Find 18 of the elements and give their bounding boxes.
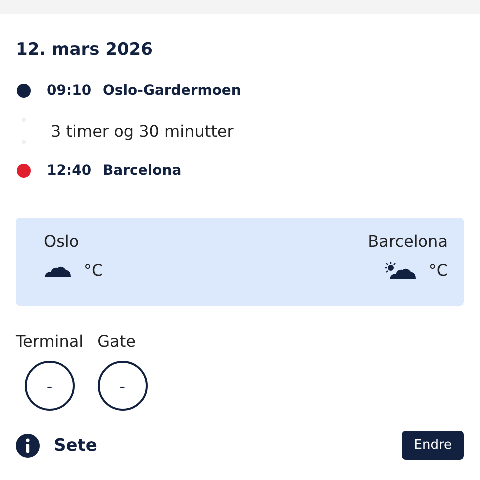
gate-value: - <box>98 361 148 411</box>
flight-time: 09:10 <box>47 83 93 99</box>
flight-time: 12:40 <box>47 163 93 179</box>
gate-value: - <box>24 361 75 411</box>
change-button[interactable]: Endre <box>402 431 464 460</box>
city-name: Oslo <box>44 232 80 251</box>
sun-cloud-icon <box>382 262 417 280</box>
temperature-unit: °C <box>84 261 104 280</box>
seat-title: Sete <box>54 436 98 456</box>
airport-name: Barcelona <box>103 163 182 179</box>
flight-duration: 3 timer og 30 minutter <box>51 122 234 140</box>
airport-name: Oslo-Gardermoen <box>103 83 242 99</box>
info-icon <box>16 434 40 458</box>
gate-label: Terminal <box>16 332 84 351</box>
flight-date: 12. mars 2026 <box>16 40 154 60</box>
temperature-unit: °C <box>428 261 448 280</box>
gate-label: Gate <box>98 332 136 351</box>
city-name: Barcelona <box>368 232 448 251</box>
